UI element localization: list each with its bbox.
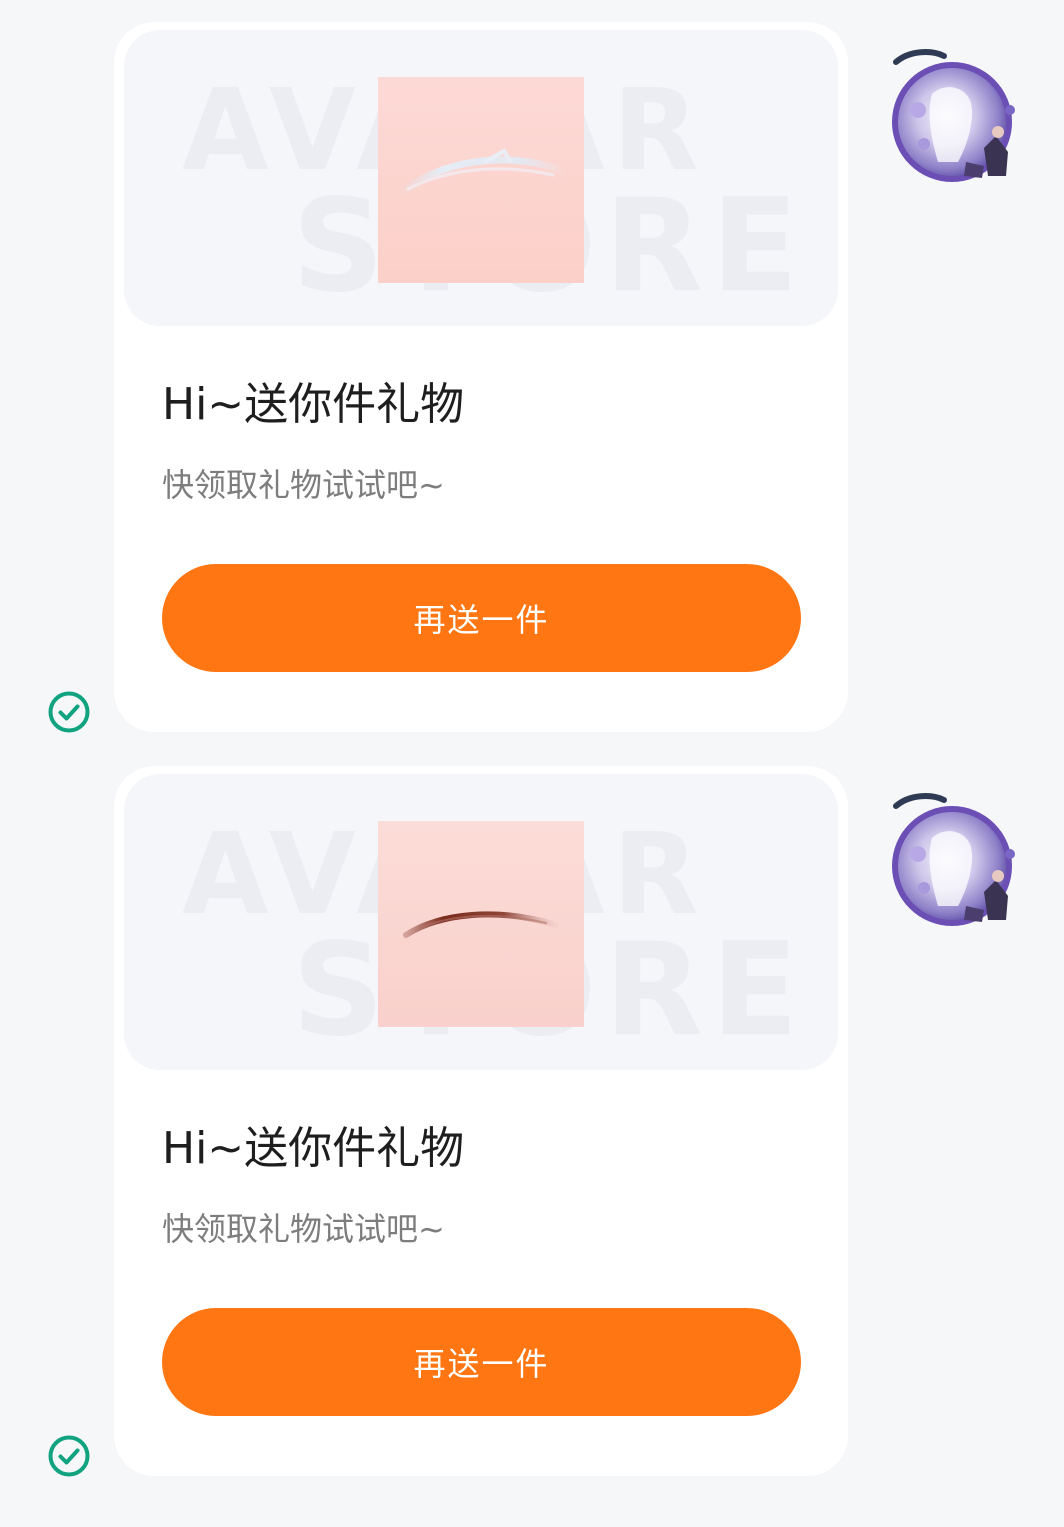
gift-title: Hi~送你件礼物 (162, 379, 465, 430)
gift-subtitle: 快领取礼物试试吧~ (162, 466, 445, 504)
send-another-button[interactable]: 再送一件 (162, 1308, 801, 1416)
gift-message-1: AVATAR STORE (0, 0, 1064, 733)
gift-subtitle: 快领取礼物试试吧~ (162, 1210, 445, 1248)
send-another-button[interactable]: 再送一件 (162, 564, 801, 672)
eyebrow-light-icon (378, 77, 584, 283)
eyebrow-brown-icon (378, 821, 584, 1027)
avatar[interactable] (888, 44, 1024, 184)
gift-preview: AVATAR STORE (124, 30, 838, 326)
check-circle-icon (47, 690, 91, 734)
avatar[interactable] (888, 788, 1024, 928)
gift-card: AVATAR STORE (114, 766, 848, 1476)
check-circle-icon (47, 1434, 91, 1478)
gift-title: Hi~送你件礼物 (162, 1123, 465, 1174)
gift-card: AVATAR STORE (114, 22, 848, 732)
gift-preview: AVATAR STORE (124, 774, 838, 1070)
gift-message-2: AVATAR STORE (0, 744, 1064, 1477)
